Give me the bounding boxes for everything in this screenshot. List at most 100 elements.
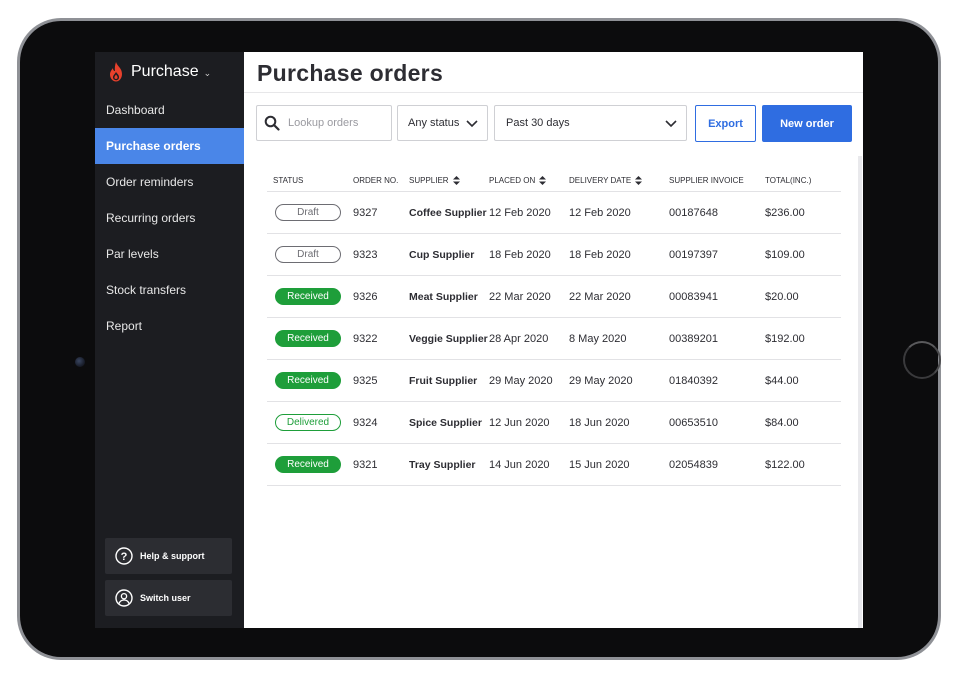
search-icon [264, 115, 280, 131]
supplier-cell: Meat Supplier [409, 290, 478, 303]
total-cell: $122.00 [765, 458, 805, 471]
status-cell: Draft [267, 204, 353, 221]
new-order-button[interactable]: New order [762, 105, 852, 142]
header-delivery-date[interactable]: DELIVERY DATE [569, 176, 669, 185]
user-circle-icon [115, 589, 133, 607]
app-screen: Purchase ⌄ Dashboard Purchase orders Ord… [95, 52, 863, 628]
order-no-cell: 9321 [353, 458, 378, 471]
sidebar-item-recurring-orders[interactable]: Recurring orders [95, 200, 244, 236]
sidebar: Purchase ⌄ Dashboard Purchase orders Ord… [95, 52, 244, 628]
total-cell: $84.00 [765, 416, 799, 429]
status-badge: Received [275, 288, 341, 305]
sidebar-item-stock-transfers[interactable]: Stock transfers [95, 272, 244, 308]
status-filter-value: Any status [408, 117, 460, 129]
total-cell: $44.00 [765, 374, 799, 387]
placed-on-cell: 12 Jun 2020 [489, 416, 550, 429]
header-order-no: ORDER NO. [353, 176, 399, 185]
switch-user-label: Switch user [140, 593, 191, 603]
total-cell: $109.00 [765, 248, 805, 261]
status-cell: Draft [267, 246, 353, 263]
header-placed-on-label: PLACED ON [489, 176, 536, 185]
order-no-cell: 9323 [353, 248, 378, 261]
table-row[interactable]: Received 9321 Tray Supplier 14 Jun 2020 … [267, 444, 841, 486]
status-filter-select[interactable]: Any status [397, 105, 488, 141]
sort-icon [635, 176, 643, 185]
date-range-select[interactable]: Past 30 days [494, 105, 687, 141]
status-badge: Received [275, 330, 341, 347]
supplier-cell: Tray Supplier [409, 458, 476, 471]
supplier-cell: Fruit Supplier [409, 374, 478, 387]
header-total: TOTAL(INC.) [765, 176, 812, 185]
scrollbar-track[interactable] [858, 156, 862, 628]
sidebar-nav: Dashboard Purchase orders Order reminder… [95, 92, 244, 344]
table-row[interactable]: Received 9322 Veggie Supplier 28 Apr 202… [267, 318, 841, 360]
sort-icon [539, 176, 547, 185]
flame-logo-icon [110, 62, 122, 82]
chevron-down-icon [466, 120, 478, 128]
order-no-cell: 9324 [353, 416, 378, 429]
chevron-down-icon: ⌄ [203, 67, 212, 78]
placed-on-cell: 29 May 2020 [489, 374, 553, 387]
sidebar-item-order-reminders[interactable]: Order reminders [95, 164, 244, 200]
title-divider [244, 92, 863, 93]
header-status: STATUS [273, 176, 304, 185]
order-no-cell: 9325 [353, 374, 378, 387]
app-switcher[interactable]: Purchase ⌄ [95, 52, 244, 92]
sidebar-item-purchase-orders[interactable]: Purchase orders [95, 128, 244, 164]
supplier-cell: Spice Supplier [409, 416, 482, 429]
header-supplier-label: SUPPLIER [409, 176, 449, 185]
help-support-label: Help & support [140, 551, 205, 561]
supplier-cell: Veggie Supplier [409, 332, 488, 345]
delivery-date-cell: 18 Jun 2020 [569, 416, 630, 429]
order-no-cell: 9326 [353, 290, 378, 303]
placed-on-cell: 12 Feb 2020 [489, 206, 551, 219]
status-badge: Draft [275, 246, 341, 263]
supplier-cell: Coffee Supplier [409, 206, 487, 219]
table-row[interactable]: Delivered 9324 Spice Supplier 12 Jun 202… [267, 402, 841, 444]
order-no-cell: 9322 [353, 332, 378, 345]
sidebar-item-report[interactable]: Report [95, 308, 244, 344]
search-input[interactable] [288, 117, 388, 129]
header-placed-on[interactable]: PLACED ON [489, 176, 569, 185]
table-row[interactable]: Received 9325 Fruit Supplier 29 May 2020… [267, 360, 841, 402]
total-cell: $236.00 [765, 206, 805, 219]
invoice-cell: 01840392 [669, 374, 718, 387]
status-cell: Received [267, 456, 353, 473]
invoice-cell: 00083941 [669, 290, 718, 303]
delivery-date-cell: 15 Jun 2020 [569, 458, 630, 471]
status-badge: Received [275, 456, 341, 473]
app-name: Purchase [131, 63, 199, 80]
status-cell: Delivered [267, 414, 353, 431]
table-row[interactable]: Received 9326 Meat Supplier 22 Mar 2020 … [267, 276, 841, 318]
help-circle-icon: ? [115, 547, 133, 565]
invoice-cell: 02054839 [669, 458, 718, 471]
status-cell: Received [267, 330, 353, 347]
order-no-cell: 9327 [353, 206, 378, 219]
home-button[interactable] [903, 341, 941, 379]
invoice-cell: 00197397 [669, 248, 718, 261]
header-supplier[interactable]: SUPPLIER [409, 176, 489, 185]
total-cell: $20.00 [765, 290, 799, 303]
switch-user-button[interactable]: Switch user [105, 580, 232, 616]
svg-text:?: ? [121, 551, 128, 563]
supplier-cell: Cup Supplier [409, 248, 475, 261]
search-box[interactable] [256, 105, 392, 141]
placed-on-cell: 14 Jun 2020 [489, 458, 550, 471]
header-delivery-date-label: DELIVERY DATE [569, 176, 632, 185]
help-support-button[interactable]: ? Help & support [105, 538, 232, 574]
camera-lens [75, 357, 85, 367]
export-button[interactable]: Export [695, 105, 756, 142]
table-row[interactable]: Draft 9323 Cup Supplier 18 Feb 2020 18 F… [267, 234, 841, 276]
main-content: Purchase orders Any status Past 30 days … [244, 52, 863, 628]
sidebar-item-dashboard[interactable]: Dashboard [95, 92, 244, 128]
status-cell: Received [267, 372, 353, 389]
invoice-cell: 00389201 [669, 332, 718, 345]
table-row[interactable]: Draft 9327 Coffee Supplier 12 Feb 2020 1… [267, 192, 841, 234]
total-cell: $192.00 [765, 332, 805, 345]
table-header: STATUS ORDER NO. SUPPLIER PLACED ON DELI… [267, 170, 841, 192]
chevron-down-icon [665, 120, 677, 128]
sort-icon [452, 176, 460, 185]
sidebar-item-par-levels[interactable]: Par levels [95, 236, 244, 272]
delivery-date-cell: 29 May 2020 [569, 374, 633, 387]
status-badge: Delivered [275, 414, 341, 431]
